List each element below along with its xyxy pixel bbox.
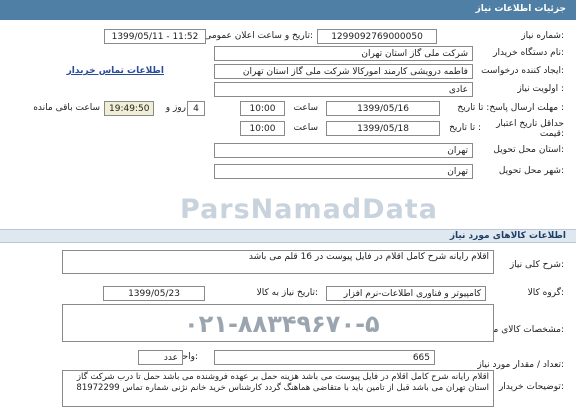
city-field: تهران bbox=[214, 164, 473, 179]
buyer-notes-field: اقلام رایانه شرح کامل اقلام در فایل پیوس… bbox=[62, 370, 494, 407]
buyer-contact-link[interactable]: اطلاعات تماس خریدار bbox=[67, 66, 164, 76]
priority-label: اولویت نیاز : bbox=[517, 84, 564, 94]
requester-field: فاطمه درویشی کارمند امورکالا شرکت ملی گا… bbox=[214, 64, 473, 79]
specs-field bbox=[62, 304, 494, 342]
goods-group-label: گروه کالا: bbox=[527, 288, 564, 298]
page-title: جزئیات اطلاعات نیاز bbox=[475, 4, 566, 14]
province-label: استان محل تحویل: bbox=[493, 145, 564, 155]
requester-label: ایجاد کننده درخواست: bbox=[481, 66, 564, 76]
city-label: شهر محل تحویل: bbox=[498, 166, 564, 176]
priority-field: عادی bbox=[214, 82, 473, 97]
quantity-field: 665 bbox=[214, 350, 435, 365]
goods-section-title: اطلاعات کالاهای مورد نیاز bbox=[449, 231, 566, 241]
announce-datetime-label: تاریخ و ساعت اعلان عمومی: bbox=[204, 31, 313, 41]
quantity-label: تعداد / مقدار مورد نیاز: bbox=[477, 360, 564, 370]
price-validity-time-field: 10:00 bbox=[240, 121, 285, 136]
price-validity-label: حداقل تاریخ اعتبار قیمت: bbox=[496, 119, 564, 139]
announce-datetime-field: 1399/05/11 - 11:52 bbox=[104, 29, 206, 44]
province-field: تهران bbox=[214, 143, 473, 158]
remaining-days-field: 4 bbox=[187, 101, 205, 116]
buyer-notes-label: توضیحات خریدار: bbox=[498, 382, 564, 392]
remaining-days-label: روز و bbox=[165, 103, 186, 113]
price-validity-time-label: ساعت bbox=[293, 123, 319, 133]
remaining-time-label: ساعت باقی مانده bbox=[33, 103, 100, 113]
need-date-field: 1399/05/23 bbox=[103, 286, 205, 301]
reply-time-field: 10:00 bbox=[240, 101, 285, 116]
reply-date-field: 1399/05/16 bbox=[326, 101, 440, 116]
summary-field: اقلام رایانه شرح کامل اقلام در فایل پیوس… bbox=[62, 250, 494, 274]
buyer-org-label: نام دستگاه خریدار: bbox=[493, 48, 564, 58]
unit-field: عدد bbox=[138, 350, 183, 365]
watermark-brand: ParsNamadData bbox=[180, 194, 438, 225]
summary-label: شرح کلی نیاز: bbox=[509, 260, 564, 270]
remaining-time-field: 19:49:50 bbox=[104, 101, 154, 116]
reply-deadline-label: مهلت ارسال پاسخ: تا تاریخ : bbox=[457, 103, 564, 113]
need-number-label: شماره نیاز: bbox=[521, 31, 564, 41]
need-date-label: تاریخ نیاز به کالا: bbox=[256, 288, 318, 298]
reply-time-label: ساعت bbox=[293, 103, 319, 113]
need-number-field: 1299092769000050 bbox=[317, 29, 437, 44]
price-validity-date-label: تا تاریخ : bbox=[449, 123, 481, 133]
buyer-org-field: شرکت ملی گاز استان تهران bbox=[214, 46, 473, 61]
goods-group-field: کامپیوتر و فناوری اطلاعات-نرم افزار bbox=[326, 286, 486, 301]
price-validity-date-field: 1399/05/18 bbox=[326, 121, 440, 136]
